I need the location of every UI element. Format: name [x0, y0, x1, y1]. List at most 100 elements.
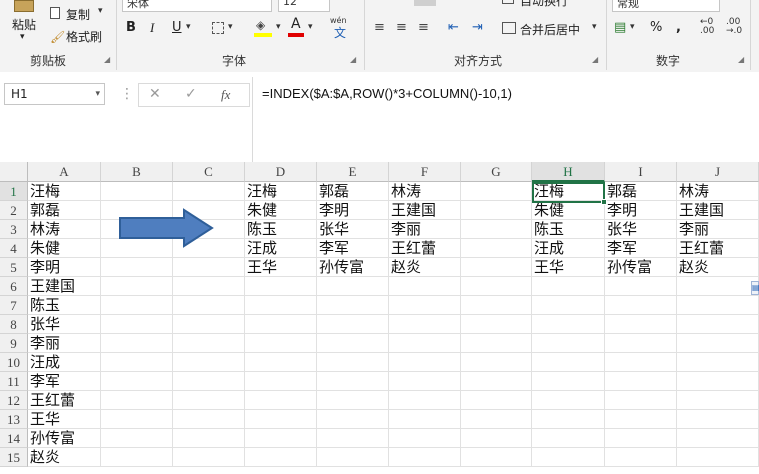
- cell-d2[interactable]: 朱健: [245, 201, 317, 220]
- cell-d11[interactable]: [245, 372, 317, 391]
- cell-b13[interactable]: [101, 410, 173, 429]
- cell-h12[interactable]: [532, 391, 605, 410]
- cell-f11[interactable]: [389, 372, 461, 391]
- cell-h6[interactable]: [532, 277, 605, 296]
- cell-a13[interactable]: 王华: [28, 410, 101, 429]
- cell-i1[interactable]: 郭磊: [605, 182, 677, 201]
- cell-c11[interactable]: [173, 372, 245, 391]
- column-header-d[interactable]: D: [245, 162, 317, 182]
- cell-a4[interactable]: 朱健: [28, 239, 101, 258]
- cell-i2[interactable]: 李明: [605, 201, 677, 220]
- cell-a15[interactable]: 赵炎: [28, 448, 101, 467]
- row-header-3[interactable]: 3: [0, 220, 28, 239]
- cell-b12[interactable]: [101, 391, 173, 410]
- cell-h11[interactable]: [532, 372, 605, 391]
- cell-b11[interactable]: [101, 372, 173, 391]
- accounting-format-icon[interactable]: ▤: [614, 20, 626, 35]
- cell-i3[interactable]: 张华: [605, 220, 677, 239]
- cell-d12[interactable]: [245, 391, 317, 410]
- cell-a9[interactable]: 李丽: [28, 334, 101, 353]
- cell-f2[interactable]: 王建国: [389, 201, 461, 220]
- cell-j8[interactable]: [677, 315, 759, 334]
- row-header-14[interactable]: 14: [0, 429, 28, 448]
- name-box[interactable]: H1 ▾: [4, 83, 105, 105]
- cell-g2[interactable]: [461, 201, 532, 220]
- align-center-icon[interactable]: ≡: [396, 20, 407, 35]
- cell-h9[interactable]: [532, 334, 605, 353]
- cell-j15[interactable]: [677, 448, 759, 467]
- column-header-b[interactable]: B: [101, 162, 173, 182]
- cell-f14[interactable]: [389, 429, 461, 448]
- cell-g7[interactable]: [461, 296, 532, 315]
- cancel-icon[interactable]: ✕: [149, 86, 161, 102]
- cell-h14[interactable]: [532, 429, 605, 448]
- cell-a10[interactable]: 汪成: [28, 353, 101, 372]
- cell-b8[interactable]: [101, 315, 173, 334]
- font-color-button[interactable]: A: [288, 16, 306, 38]
- cell-d1[interactable]: 汪梅: [245, 182, 317, 201]
- cell-c1[interactable]: [173, 182, 245, 201]
- fill-color-dropdown-icon[interactable]: ▾: [276, 22, 281, 32]
- cell-d14[interactable]: [245, 429, 317, 448]
- decrease-indent-icon[interactable]: ⇤: [448, 20, 459, 35]
- cell-b1[interactable]: [101, 182, 173, 201]
- cell-c14[interactable]: [173, 429, 245, 448]
- select-all-corner[interactable]: [0, 162, 28, 182]
- cell-e14[interactable]: [317, 429, 389, 448]
- cell-e15[interactable]: [317, 448, 389, 467]
- cell-j1[interactable]: 林涛: [677, 182, 759, 201]
- row-header-10[interactable]: 10: [0, 353, 28, 372]
- paste-dropdown-icon[interactable]: ▾: [20, 32, 25, 42]
- cell-e5[interactable]: 孙传富: [317, 258, 389, 277]
- cell-g8[interactable]: [461, 315, 532, 334]
- cell-h8[interactable]: [532, 315, 605, 334]
- fill-color-button[interactable]: ◈: [254, 18, 274, 38]
- cell-a11[interactable]: 李军: [28, 372, 101, 391]
- cell-i11[interactable]: [605, 372, 677, 391]
- cell-i10[interactable]: [605, 353, 677, 372]
- cell-a14[interactable]: 孙传富: [28, 429, 101, 448]
- cell-j10[interactable]: [677, 353, 759, 372]
- paste-button[interactable]: 粘贴 ▾: [6, 0, 42, 46]
- formula-bar-grip-icon[interactable]: ⋮: [120, 86, 134, 102]
- align-middle-button[interactable]: [414, 0, 436, 6]
- borders-icon[interactable]: [212, 22, 224, 34]
- wrap-text-button[interactable]: 自动换行: [500, 0, 600, 10]
- row-header-6[interactable]: 6: [0, 277, 28, 296]
- format-painter-button[interactable]: 🖌 格式刷: [50, 28, 110, 44]
- cell-a12[interactable]: 王红蕾: [28, 391, 101, 410]
- cell-h13[interactable]: [532, 410, 605, 429]
- cell-c12[interactable]: [173, 391, 245, 410]
- cell-h7[interactable]: [532, 296, 605, 315]
- cell-a3[interactable]: 林涛: [28, 220, 101, 239]
- copy-button[interactable]: 复制 ▾: [50, 6, 110, 22]
- cell-c15[interactable]: [173, 448, 245, 467]
- cell-g11[interactable]: [461, 372, 532, 391]
- cell-c13[interactable]: [173, 410, 245, 429]
- alignment-launcher-icon[interactable]: ◢: [592, 55, 598, 64]
- comma-button[interactable]: ,: [676, 20, 681, 35]
- underline-button[interactable]: U: [172, 20, 182, 35]
- font-name-combo[interactable]: 宋体: [122, 0, 272, 12]
- row-header-8[interactable]: 8: [0, 315, 28, 334]
- cell-a6[interactable]: 王建国: [28, 277, 101, 296]
- cell-g12[interactable]: [461, 391, 532, 410]
- cell-c5[interactable]: [173, 258, 245, 277]
- cell-a8[interactable]: 张华: [28, 315, 101, 334]
- percent-button[interactable]: %: [650, 20, 662, 35]
- cell-f5[interactable]: 赵炎: [389, 258, 461, 277]
- cell-i7[interactable]: [605, 296, 677, 315]
- name-box-dropdown-icon[interactable]: ▾: [95, 84, 100, 104]
- cell-b15[interactable]: [101, 448, 173, 467]
- cell-g3[interactable]: [461, 220, 532, 239]
- number-format-combo[interactable]: 常规: [612, 0, 720, 12]
- cell-f6[interactable]: [389, 277, 461, 296]
- cell-a2[interactable]: 郭磊: [28, 201, 101, 220]
- column-header-g[interactable]: G: [461, 162, 532, 182]
- row-header-1[interactable]: 1: [0, 182, 28, 201]
- cell-f9[interactable]: [389, 334, 461, 353]
- paste-options-button[interactable]: ▤: [751, 281, 759, 295]
- copy-dropdown-icon[interactable]: ▾: [98, 6, 103, 16]
- cell-c7[interactable]: [173, 296, 245, 315]
- cell-h2[interactable]: 朱健: [532, 201, 605, 220]
